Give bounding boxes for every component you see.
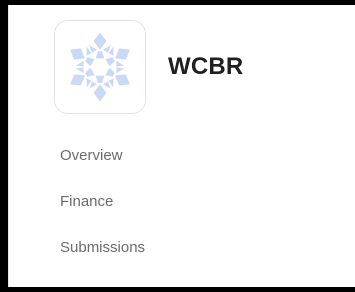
sidebar: WCBR Overview Finance Submissions [8, 5, 355, 287]
sidebar-nav: Overview Finance Submissions [60, 145, 145, 283]
sidebar-item-finance[interactable]: Finance [60, 191, 145, 213]
sidebar-item-submissions[interactable]: Submissions [60, 237, 145, 259]
sidebar-item-overview[interactable]: Overview [60, 145, 145, 167]
logo[interactable] [54, 20, 146, 114]
sidebar-brand[interactable]: WCBR [54, 19, 243, 115]
app-title: WCBR [168, 53, 244, 80]
snowflake-icon [70, 32, 130, 102]
